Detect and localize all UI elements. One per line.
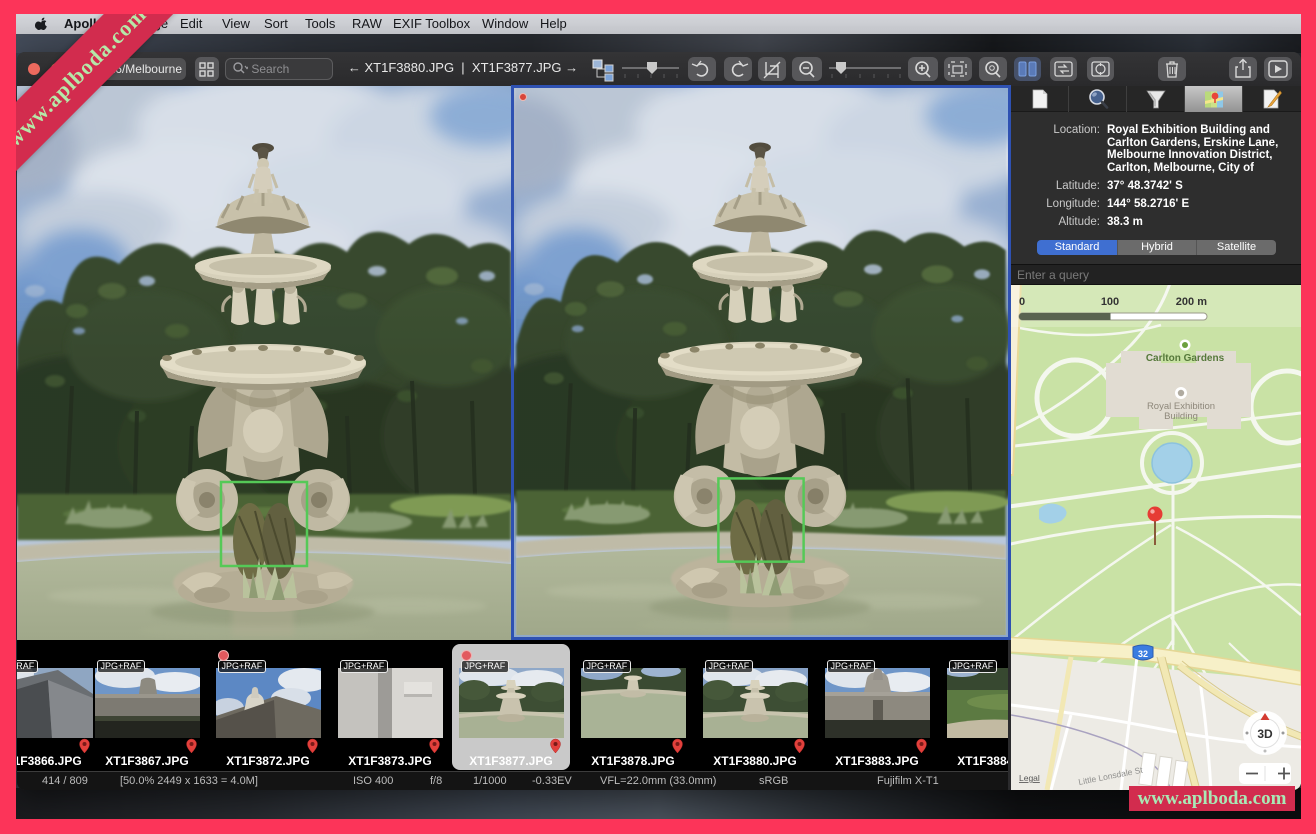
svg-text:Building: Building: [1164, 411, 1198, 422]
svg-text:32: 32: [1138, 649, 1148, 659]
svg-text:Legal: Legal: [1019, 773, 1040, 783]
svg-text:Carlton Gardens: Carlton Gardens: [1146, 353, 1225, 364]
svg-text:3D: 3D: [1257, 727, 1273, 741]
svg-text:100: 100: [1101, 296, 1119, 308]
svg-text:0: 0: [1019, 296, 1025, 308]
svg-text:200 m: 200 m: [1176, 296, 1207, 308]
